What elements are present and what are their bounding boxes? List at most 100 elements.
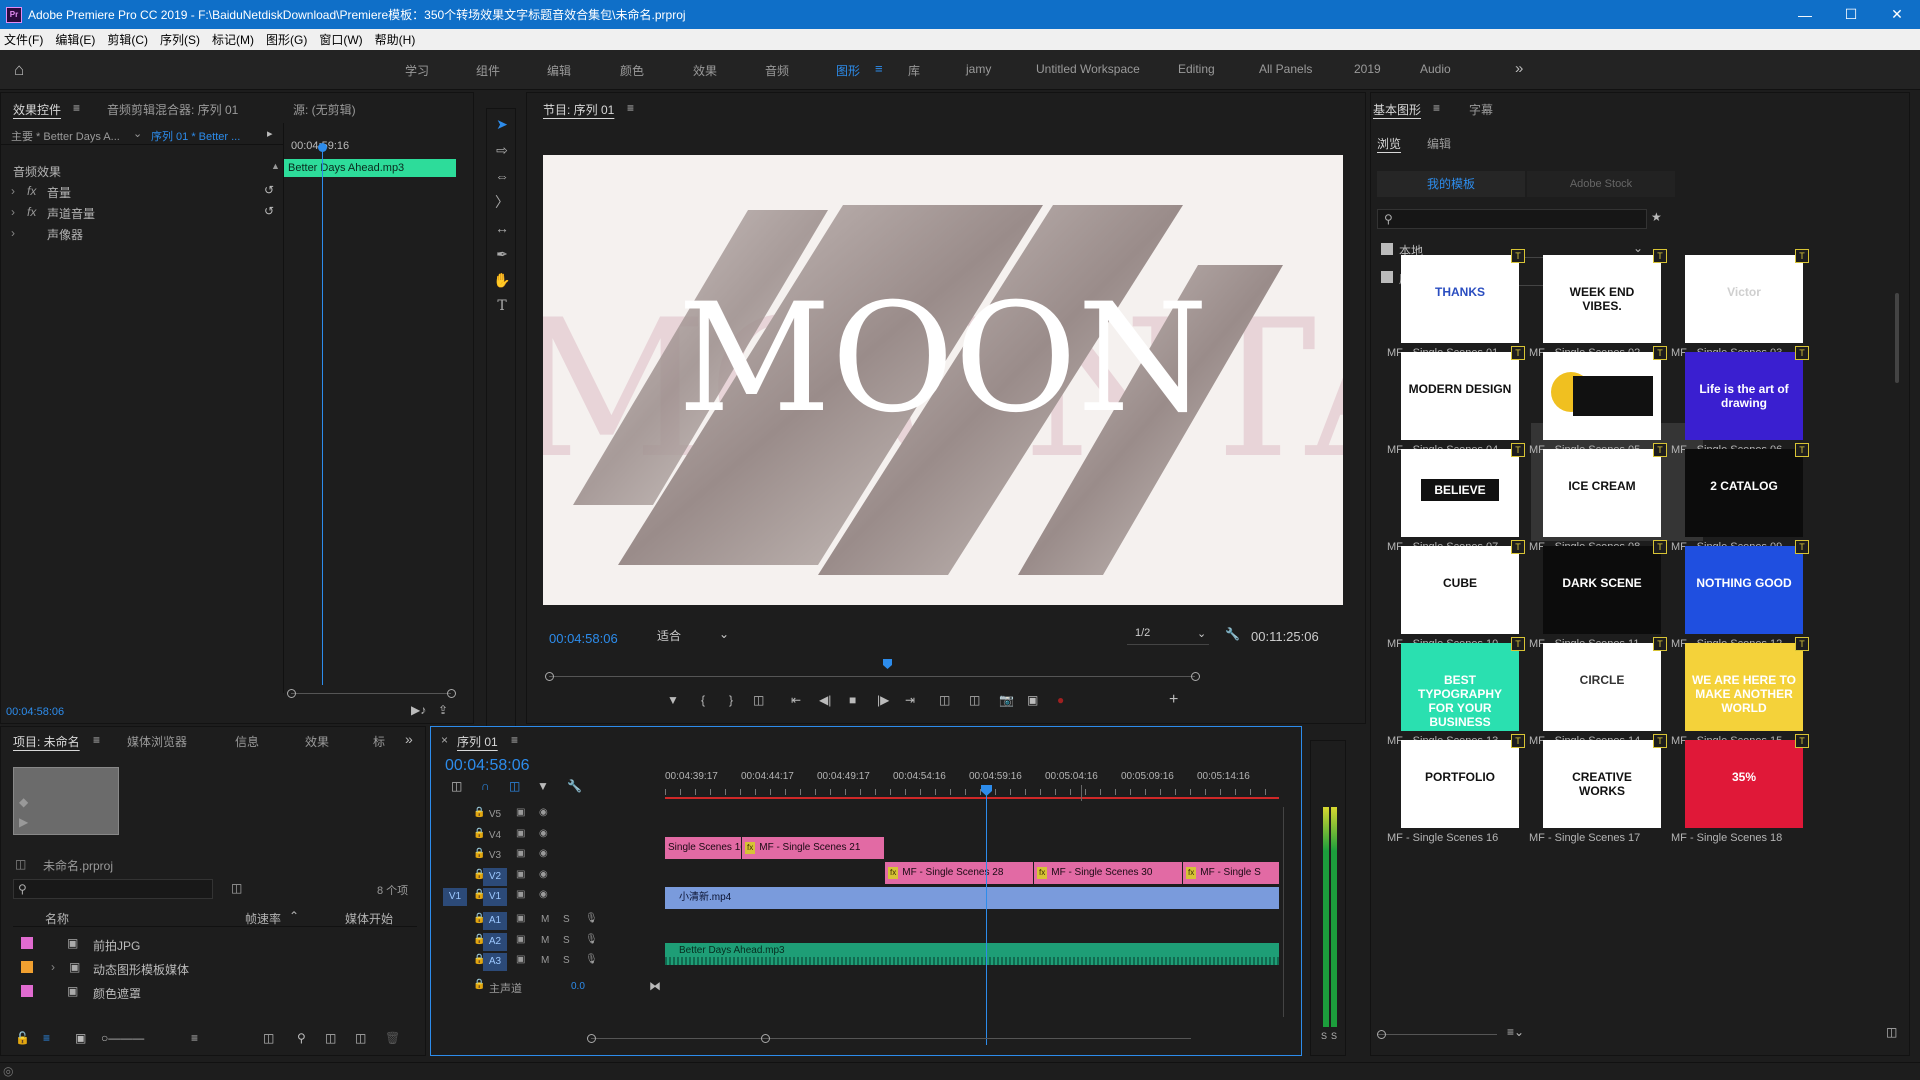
sync-lock-icon[interactable]: ▣ <box>516 913 525 924</box>
more-tabs-icon[interactable]: » <box>405 731 413 747</box>
track-target-a1[interactable]: A1 <box>483 912 507 930</box>
play-only-icon[interactable]: ▸ <box>267 127 273 140</box>
program-zoom-right[interactable] <box>1191 672 1200 681</box>
template-thumbnail[interactable]: Victor <box>1685 255 1803 343</box>
program-zoom-left[interactable] <box>545 672 554 681</box>
clip-single-s[interactable]: fx MF - Single S <box>1183 862 1279 884</box>
templates-scrollbar[interactable] <box>1895 293 1899 383</box>
menu-graphics[interactable]: 图形(G) <box>266 31 307 48</box>
close-icon[interactable]: ✕ <box>1874 0 1920 29</box>
label-color-swatch[interactable] <box>21 961 33 973</box>
record-icon[interactable]: ● <box>1057 693 1064 707</box>
template-thumbnail[interactable]: BELIEVE <box>1401 449 1519 537</box>
menu-window[interactable]: 窗口(W) <box>319 31 362 48</box>
template-thumbnail[interactable]: WE ARE HERE TO MAKE ANOTHER WORLD <box>1685 643 1803 731</box>
chevron-right-icon[interactable]: › <box>11 205 15 219</box>
sort-ascending-icon[interactable]: ⌃ <box>289 909 299 923</box>
clip-single-scenes-16[interactable]: Single Scenes 16 <box>665 837 741 859</box>
template-thumbnail[interactable]: 2 CATALOG <box>1685 449 1803 537</box>
list-item[interactable]: ▣ 颜色遮罩 <box>13 981 417 1003</box>
lock-icon[interactable]: 🔒 <box>473 979 485 990</box>
automate-to-sequence-icon[interactable]: ◫ <box>263 1031 274 1045</box>
workspace-untitled[interactable]: Untitled Workspace <box>1036 62 1140 76</box>
track-target-v1[interactable]: V1 <box>483 888 507 906</box>
mute-button[interactable]: M <box>541 955 549 966</box>
microphone-icon[interactable]: 🎙 <box>585 913 598 924</box>
tab-program[interactable]: 节目: 序列 01 <box>543 101 614 118</box>
template-thumbnail[interactable]: BEST TYPOGRAPHY FOR YOUR BUSINESS <box>1401 643 1519 731</box>
export-icon[interactable]: ⇪ <box>438 703 448 717</box>
template-thumbnail[interactable]: THANKS <box>1401 255 1519 343</box>
eye-icon[interactable]: ◉ <box>539 807 548 818</box>
panel-menu-icon[interactable]: ≡ <box>93 733 100 747</box>
tab-captions[interactable]: 字幕 <box>1469 101 1493 118</box>
sync-lock-icon[interactable]: ▣ <box>516 828 525 839</box>
step-back-icon[interactable]: ◀| <box>819 693 831 707</box>
sync-lock-icon[interactable]: ▣ <box>516 848 525 859</box>
list-item[interactable]: ▣ 前拍JPG <box>13 933 417 955</box>
tab-info[interactable]: 信息 <box>235 733 259 750</box>
tab-effects[interactable]: 效果 <box>305 733 329 750</box>
settings-wrench-icon[interactable]: 🔧 <box>1225 627 1240 641</box>
workspace-assembly[interactable]: 组件 <box>476 62 500 79</box>
timeline-horizontal-scroll[interactable] <box>591 1038 1191 1039</box>
pen-tool-icon[interactable]: ✒ <box>487 243 517 265</box>
time-ruler[interactable]: 00:04:39:17 00:04:44:17 00:04:49:17 00:04:5… <box>665 771 1285 795</box>
workspace-all-panels[interactable]: All Panels <box>1259 62 1312 76</box>
workspace-effects[interactable]: 效果 <box>693 62 717 79</box>
list-view-icon[interactable]: ≡ <box>43 1031 50 1045</box>
template-thumbnail[interactable]: WEEK END VIBES. <box>1543 255 1661 343</box>
icon-view-icon[interactable]: ▣ <box>75 1031 86 1045</box>
ec-zoom-handle-right[interactable] <box>447 689 456 698</box>
solo-button[interactable]: S <box>563 935 570 946</box>
chevron-right-icon[interactable]: › <box>11 184 15 198</box>
menu-markers[interactable]: 标记(M) <box>212 31 254 48</box>
my-templates-button[interactable]: 我的模板 <box>1377 171 1525 197</box>
workspace-2019[interactable]: 2019 <box>1354 62 1381 76</box>
tab-browse[interactable]: 浏览 <box>1377 135 1401 152</box>
template-thumbnail[interactable]: CREATIVE WORKS <box>1543 740 1661 828</box>
timeline-zoom-right[interactable] <box>761 1034 770 1043</box>
column-name[interactable]: 名称 <box>45 910 69 927</box>
template-thumbnail[interactable]: CIRCLE <box>1543 643 1661 731</box>
track-target-a2[interactable]: A2 <box>483 932 507 951</box>
tab-sequence[interactable]: 序列 01 <box>457 733 498 750</box>
filter-icon[interactable]: ▶♪ <box>411 703 426 717</box>
eye-icon[interactable]: ◉ <box>539 848 548 859</box>
workspace-graphics[interactable]: 图形 <box>836 62 860 79</box>
solo-right-button[interactable]: S <box>1331 1031 1337 1041</box>
minimize-icon[interactable]: — <box>1782 0 1828 29</box>
sequence-clip-label[interactable]: 序列 01 * Better ... <box>151 128 240 144</box>
mark-out-icon[interactable]: } <box>729 693 733 707</box>
menu-edit[interactable]: 编辑(E) <box>55 31 95 48</box>
local-checkbox[interactable] <box>1381 243 1393 255</box>
timeline-playhead[interactable] <box>986 785 987 1045</box>
workspace-audio[interactable]: 音频 <box>765 62 789 79</box>
delete-icon[interactable]: 🗑 <box>385 1031 400 1045</box>
eye-icon[interactable]: ◉ <box>539 869 548 880</box>
chevron-down-icon[interactable]: ⌄ <box>133 127 142 140</box>
effect-panner-row[interactable]: › 声像器 <box>9 225 279 243</box>
thumbnail-size-slider[interactable] <box>1377 1034 1497 1035</box>
panel-menu-icon[interactable]: ≡ <box>627 101 634 115</box>
template-thumbnail[interactable]: Life is the art of drawing <box>1685 352 1803 440</box>
track-target-v5[interactable]: V5 <box>483 806 507 824</box>
panel-menu-icon[interactable]: ≡ <box>73 101 80 115</box>
workspace-editing-en[interactable]: Editing <box>1178 62 1215 76</box>
selection-tool-icon[interactable]: ➤ <box>487 113 517 135</box>
effect-channel-volume-row[interactable]: › fx 声道音量 ↺ <box>9 204 279 222</box>
go-to-end-icon[interactable]: ⧓ <box>649 979 661 993</box>
master-clip-label[interactable]: 主要 * Better Days A... <box>11 128 120 144</box>
track-select-tool-icon[interactable]: ⇨ <box>487 139 517 161</box>
go-to-out-icon[interactable]: ⇥ <box>905 693 915 707</box>
workspace-learn[interactable]: 学习 <box>405 62 429 79</box>
solo-button[interactable]: S <box>563 955 570 966</box>
label-color-swatch[interactable] <box>21 937 33 949</box>
snap-icon[interactable]: ∩ <box>481 779 490 793</box>
more-workspaces-icon[interactable]: » <box>1515 60 1523 77</box>
template-search-input[interactable]: ⚲ <box>1377 209 1647 229</box>
list-item[interactable]: › ▣ 动态图形模板媒体 <box>13 957 417 979</box>
stop-icon[interactable]: ■ <box>849 693 856 707</box>
template-thumbnail[interactable]: PORTFOLIO <box>1401 740 1519 828</box>
go-to-in-icon[interactable]: ⇤ <box>791 693 801 707</box>
